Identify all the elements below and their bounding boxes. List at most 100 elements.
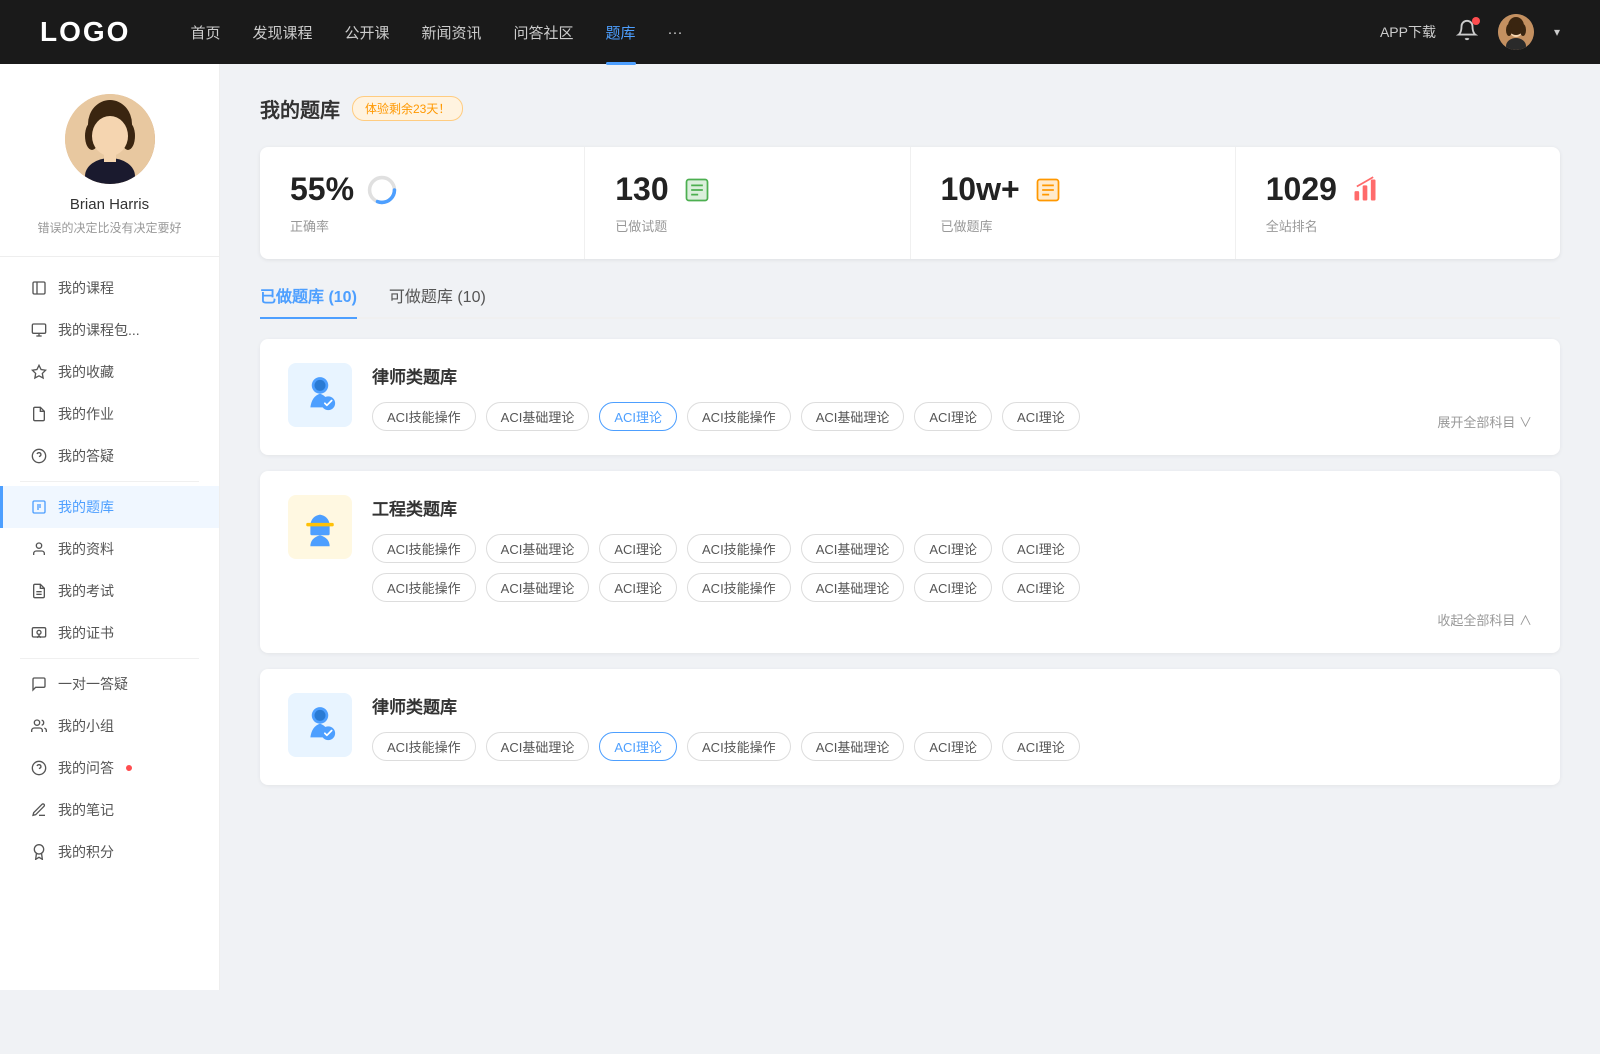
sidebar-item-course-pkg[interactable]: 我的课程包... (0, 309, 219, 351)
bank-3-tag-7[interactable]: ACI理论 (1002, 732, 1080, 761)
bank-card-2: 工程类题库 ACI技能操作 ACI基础理论 ACI理论 ACI技能操作 ACI基… (260, 471, 1560, 653)
sidebar-item-group[interactable]: 我的小组 (0, 705, 219, 747)
nav-link-discover[interactable]: 发现课程 (252, 22, 312, 43)
bank-2-tag-13[interactable]: ACI理论 (914, 573, 992, 602)
nav-link-more[interactable]: ··· (668, 24, 683, 41)
questions-notification-dot (126, 765, 132, 771)
nav-logo: LOGO (40, 16, 130, 48)
bank-1-tag-2[interactable]: ACI基础理论 (486, 402, 590, 431)
nav-link-home[interactable]: 首页 (190, 22, 220, 43)
nav-link-qa[interactable]: 问答社区 (514, 22, 574, 43)
app-download-button[interactable]: APP下载 (1380, 22, 1436, 42)
sidebar-menu: 我的课程 我的课程包... 我的收藏 我的作业 (0, 257, 219, 883)
sidebar-item-homework[interactable]: 我的作业 (0, 393, 219, 435)
bank-3-tag-3[interactable]: ACI理论 (599, 732, 677, 761)
sidebar-divider-2 (20, 658, 199, 659)
sidebar-label-course-pkg: 我的课程包... (58, 320, 140, 340)
bank-1-info: 律师类题库 ACI技能操作 ACI基础理论 ACI理论 ACI技能操作 ACI基… (372, 363, 1532, 431)
question-bank-icon (30, 498, 48, 516)
bank-2-collapse[interactable]: 收起全部科目 ∧ (372, 610, 1532, 629)
sidebar-item-points[interactable]: 我的积分 (0, 831, 219, 873)
nav-link-bank[interactable]: 题库 (606, 22, 636, 43)
nav-link-news[interactable]: 新闻资讯 (422, 22, 482, 43)
navbar: LOGO 首页 发现课程 公开课 新闻资讯 问答社区 题库 ··· APP下载 (0, 0, 1600, 64)
bank-1-expand[interactable]: 展开全部科目 ∨ (1437, 408, 1532, 431)
sidebar-label-course: 我的课程 (58, 278, 114, 298)
bank-2-tag-7[interactable]: ACI理论 (1002, 534, 1080, 563)
bank-2-tag-12[interactable]: ACI基础理论 (801, 573, 905, 602)
bank-card-3: 律师类题库 ACI技能操作 ACI基础理论 ACI理论 ACI技能操作 ACI基… (260, 669, 1560, 785)
sidebar-label-group: 我的小组 (58, 716, 114, 736)
my-questions-icon (30, 759, 48, 777)
bank-2-tag-11[interactable]: ACI技能操作 (687, 573, 791, 602)
bank-2-tag-4[interactable]: ACI技能操作 (687, 534, 791, 563)
exams-icon (30, 582, 48, 600)
stat-banks-top: 10w+ (941, 171, 1205, 208)
bank-2-tag-5[interactable]: ACI基础理论 (801, 534, 905, 563)
bank-3-tag-6[interactable]: ACI理论 (914, 732, 992, 761)
sidebar-item-one-on-one[interactable]: 一对一答疑 (0, 663, 219, 705)
main-layout: Brian Harris 错误的决定比没有决定要好 我的课程 我的课程包... (0, 64, 1600, 990)
bank-3-tag-1[interactable]: ACI技能操作 (372, 732, 476, 761)
homework-icon (30, 405, 48, 423)
bank-2-tag-1[interactable]: ACI技能操作 (372, 534, 476, 563)
nav-link-open-course[interactable]: 公开课 (344, 22, 389, 43)
bank-2-tag-6[interactable]: ACI理论 (914, 534, 992, 563)
bank-1-tag-4[interactable]: ACI技能操作 (687, 402, 791, 431)
bank-2-tags-row2: ACI技能操作 ACI基础理论 ACI理论 ACI技能操作 ACI基础理论 AC… (372, 573, 1532, 602)
bank-2-tags-row1: ACI技能操作 ACI基础理论 ACI理论 ACI技能操作 ACI基础理论 AC… (372, 534, 1532, 563)
favorites-icon (30, 363, 48, 381)
user-menu-chevron[interactable]: ▾ (1554, 25, 1560, 39)
bank-2-tag-8[interactable]: ACI技能操作 (372, 573, 476, 602)
bank-3-tag-4[interactable]: ACI技能操作 (687, 732, 791, 761)
sidebar-item-favorites[interactable]: 我的收藏 (0, 351, 219, 393)
notification-dot (1472, 17, 1480, 25)
bank-1-tag-3[interactable]: ACI理论 (599, 402, 677, 431)
sidebar-item-my-questions[interactable]: 我的问答 (0, 747, 219, 789)
sidebar-item-course[interactable]: 我的课程 (0, 267, 219, 309)
sidebar-item-exams[interactable]: 我的考试 (0, 570, 219, 612)
bank-2-tag-10[interactable]: ACI理论 (599, 573, 677, 602)
bank-2-tag-9[interactable]: ACI基础理论 (486, 573, 590, 602)
user-avatar[interactable] (1498, 14, 1534, 50)
sidebar-item-notes[interactable]: 我的笔记 (0, 789, 219, 831)
bank-2-name: 工程类题库 (372, 495, 1532, 520)
trial-badge: 体验剩余23天！ (352, 96, 463, 121)
tab-available-banks[interactable]: 可做题库 (10) (389, 283, 486, 317)
sidebar-label-one-on-one: 一对一答疑 (58, 674, 128, 694)
page-title: 我的题库 (260, 94, 340, 123)
sidebar-item-certificate[interactable]: 我的证书 (0, 612, 219, 654)
profile-icon (30, 540, 48, 558)
bank-3-tag-5[interactable]: ACI基础理论 (801, 732, 905, 761)
bank-1-tag-7[interactable]: ACI理论 (1002, 402, 1080, 431)
bank-1-tag-5[interactable]: ACI基础理论 (801, 402, 905, 431)
tab-done-banks[interactable]: 已做题库 (10) (260, 283, 357, 317)
sidebar-item-profile[interactable]: 我的资料 (0, 528, 219, 570)
ranking-chart-icon (1349, 174, 1381, 206)
sidebar-label-points: 我的积分 (58, 842, 114, 862)
sidebar-item-answers[interactable]: 我的答疑 (0, 435, 219, 477)
sidebar-label-exams: 我的考试 (58, 581, 114, 601)
bank-2-tag-3[interactable]: ACI理论 (599, 534, 677, 563)
stat-ranking-label: 全站排名 (1266, 216, 1530, 235)
notification-bell[interactable] (1456, 19, 1478, 46)
sidebar-label-favorites: 我的收藏 (58, 362, 114, 382)
bank-1-tag-6[interactable]: ACI理论 (914, 402, 992, 431)
sidebar-label-answers: 我的答疑 (58, 446, 114, 466)
bank-1-tag-1[interactable]: ACI技能操作 (372, 402, 476, 431)
certificate-icon (30, 624, 48, 642)
bank-3-info: 律师类题库 ACI技能操作 ACI基础理论 ACI理论 ACI技能操作 ACI基… (372, 693, 1532, 761)
bank-2-tag-2[interactable]: ACI基础理论 (486, 534, 590, 563)
sidebar-label-my-questions: 我的问答 (58, 758, 114, 778)
stat-accuracy-value: 55% (290, 171, 354, 208)
stat-questions-value: 130 (615, 171, 668, 208)
profile-name: Brian Harris (0, 196, 219, 213)
one-on-one-icon (30, 675, 48, 693)
stat-questions-label: 已做试题 (615, 216, 879, 235)
stat-questions-top: 130 (615, 171, 879, 208)
sidebar-label-profile: 我的资料 (58, 539, 114, 559)
sidebar-item-question-bank[interactable]: 我的题库 (0, 486, 219, 528)
bank-3-tag-2[interactable]: ACI基础理论 (486, 732, 590, 761)
sidebar-label-certificate: 我的证书 (58, 623, 114, 643)
bank-2-tag-14[interactable]: ACI理论 (1002, 573, 1080, 602)
